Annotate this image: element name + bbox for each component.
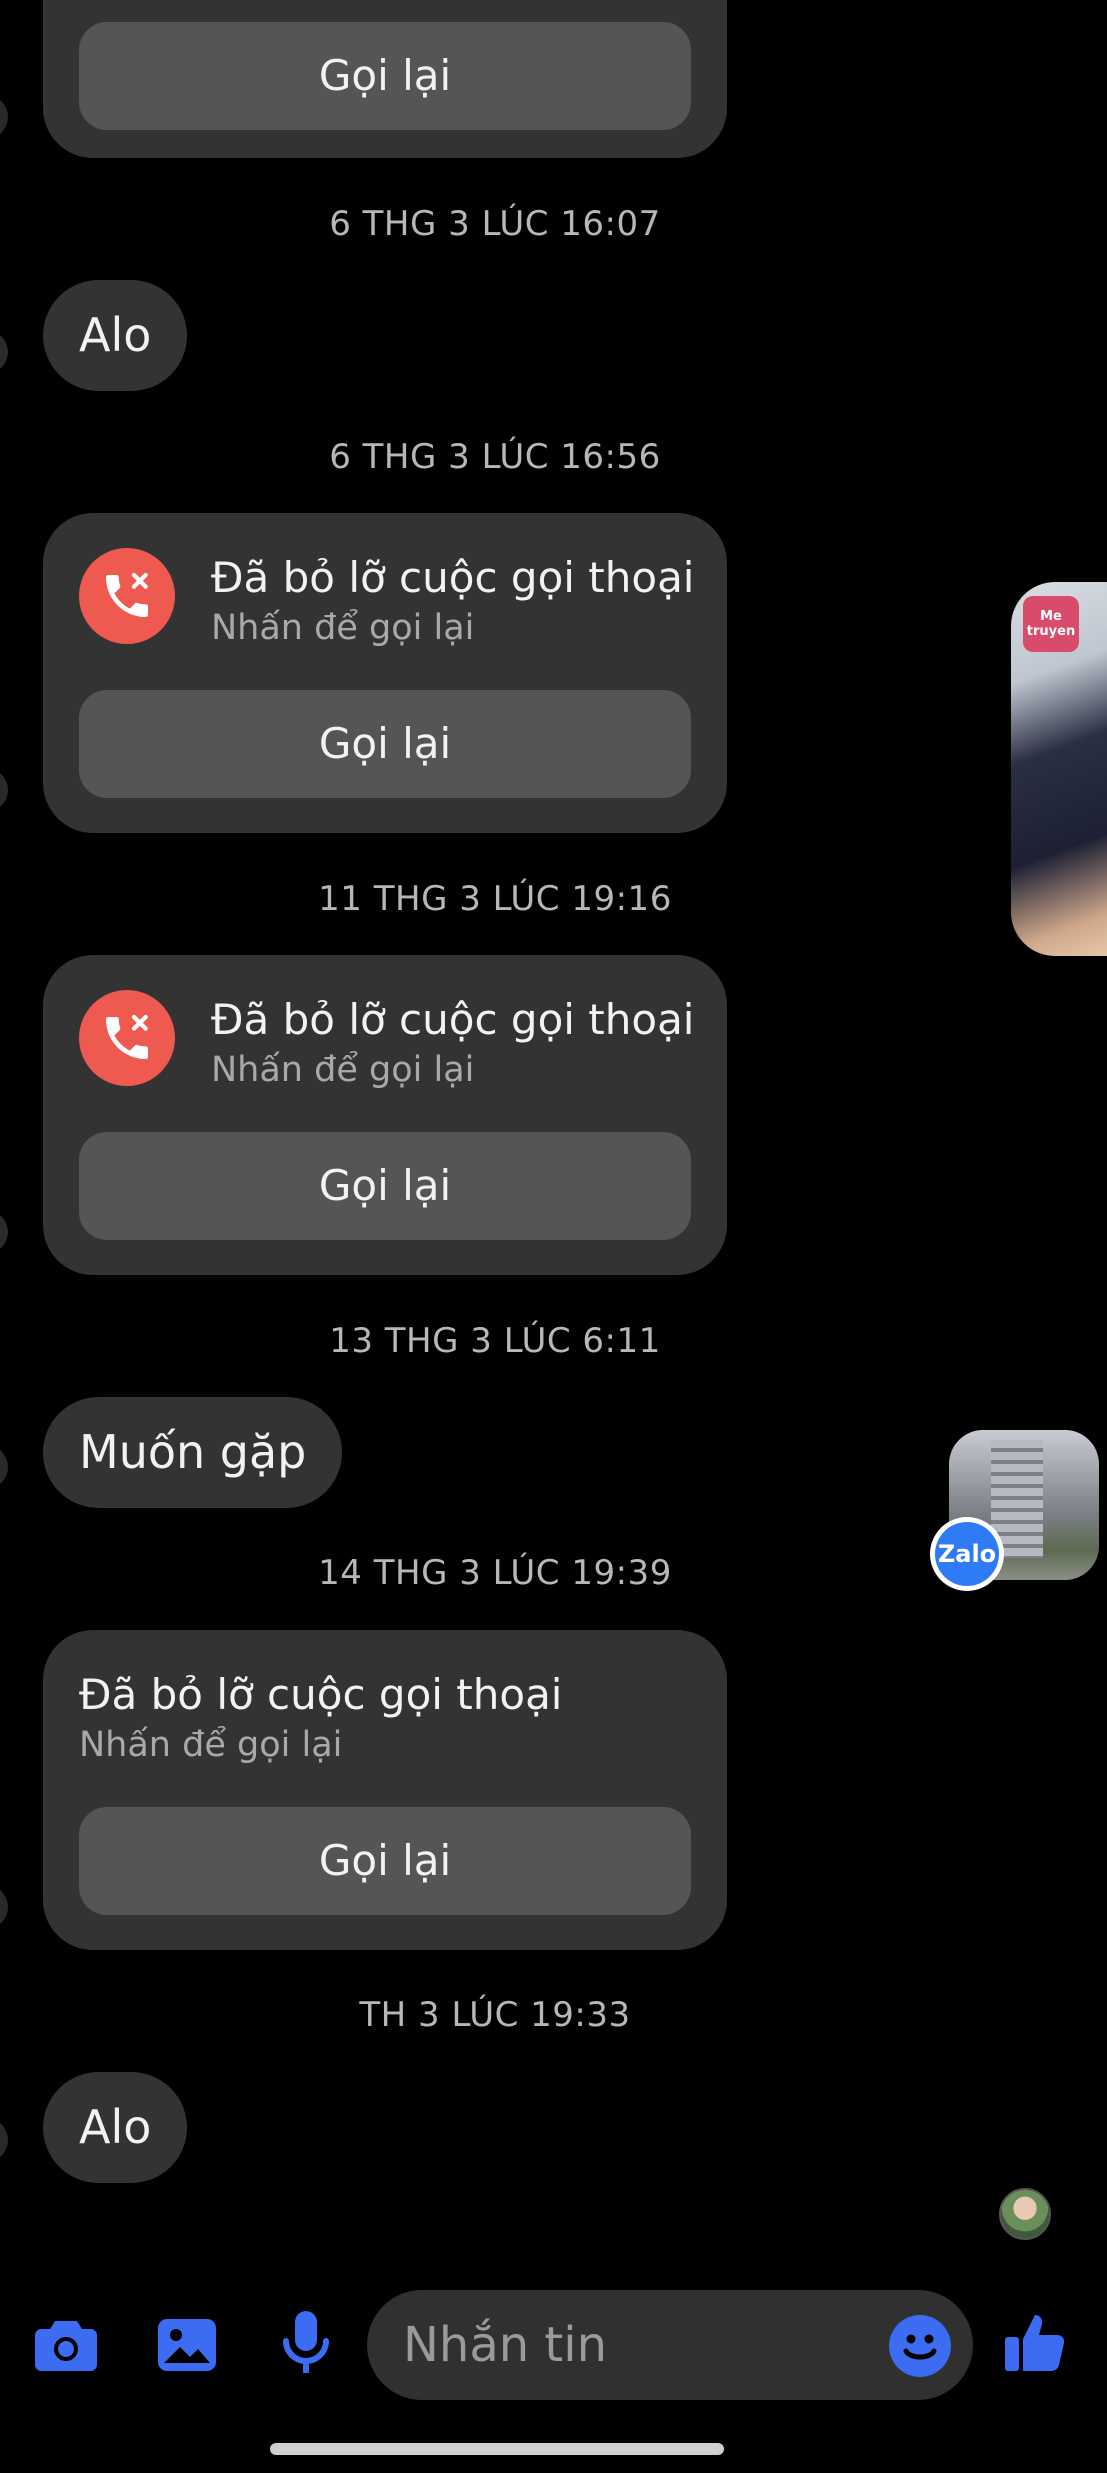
avatar-edge: [0, 1210, 8, 1254]
avatar-edge: [0, 95, 8, 139]
floating-chat-head-comic[interactable]: Me truyen: [1011, 582, 1107, 956]
avatar-edge: [0, 330, 8, 374]
avatar-edge: [0, 1885, 8, 1929]
call-subtitle: Nhấn để gọi lại: [211, 608, 475, 648]
zalo-badge-label: Zalo: [937, 1540, 997, 1568]
call-title: Đã bỏ lỡ cuộc gọi thoại: [211, 995, 695, 1044]
missed-call-card[interactable]: Đã bỏ lỡ cuộc gọi thoại Nhấn để gọi lại …: [43, 513, 727, 833]
timestamp: TH 3 LÚC 19:33: [359, 1995, 631, 2035]
call-subtitle: Nhấn để gọi lại: [79, 1725, 343, 1765]
timestamp: 11 THG 3 LÚC 19:16: [318, 879, 672, 919]
gallery-icon[interactable]: [152, 2310, 222, 2380]
callback-button[interactable]: Gọi lại: [79, 22, 691, 130]
message-input[interactable]: Nhắn tin: [367, 2290, 973, 2400]
callback-button[interactable]: Gọi lại: [79, 1132, 691, 1240]
microphone-icon[interactable]: [274, 2306, 338, 2382]
callback-button[interactable]: Gọi lại: [79, 1807, 691, 1915]
timestamp: 13 THG 3 LÚC 6:11: [329, 1321, 661, 1361]
timestamp: 6 THG 3 LÚC 16:56: [329, 437, 661, 477]
call-title: Đã bỏ lỡ cuộc gọi thoại: [79, 1670, 563, 1719]
message-bubble[interactable]: Muốn gặp: [43, 1397, 343, 1508]
messenger-thread-screen: Gọi lại 6 THG 3 LÚC 16:07 Alo 6 THG 3 LÚ…: [0, 0, 1107, 2473]
message-bubble[interactable]: Alo: [43, 2072, 188, 2183]
like-icon[interactable]: [1000, 2304, 1072, 2380]
callback-button[interactable]: Gọi lại: [79, 690, 691, 798]
home-indicator[interactable]: [270, 2443, 724, 2455]
missed-call-card[interactable]: Đã bỏ lỡ cuộc gọi thoại Nhấn để gọi lại …: [43, 1630, 727, 1950]
missed-call-icon: [79, 990, 175, 1086]
avatar-edge: [0, 768, 8, 812]
metruyen-logo-text: Me truyen: [1026, 609, 1076, 639]
call-subtitle: Nhấn để gọi lại: [211, 1050, 475, 1090]
missed-call-card[interactable]: Đã bỏ lỡ cuộc gọi thoại Nhấn để gọi lại …: [43, 955, 727, 1275]
composer-bar: Nhắn tin: [0, 2290, 1107, 2420]
seen-avatar: [999, 2188, 1051, 2240]
missed-call-icon: [79, 548, 175, 644]
metruyen-logo: Me truyen: [1023, 596, 1079, 652]
call-title: Đã bỏ lỡ cuộc gọi thoại: [211, 553, 695, 602]
message-input-placeholder: Nhắn tin: [403, 2317, 607, 2373]
avatar-edge: [0, 1445, 8, 1489]
missed-call-card-partial: Gọi lại: [43, 0, 727, 158]
emoji-icon[interactable]: [889, 2315, 951, 2377]
message-bubble[interactable]: Alo: [43, 280, 188, 391]
zalo-badge: Zalo: [930, 1517, 1004, 1591]
timestamp: 6 THG 3 LÚC 16:07: [329, 204, 661, 244]
camera-icon[interactable]: [30, 2312, 102, 2378]
timestamp: 14 THG 3 LÚC 19:39: [318, 1553, 672, 1593]
avatar-edge: [0, 2118, 8, 2162]
